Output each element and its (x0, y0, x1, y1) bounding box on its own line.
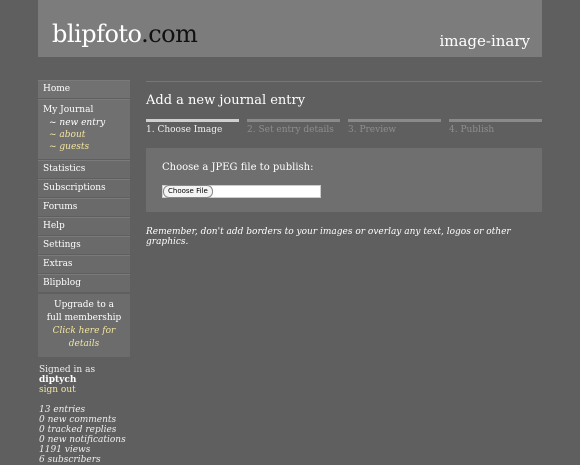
sidebar-item-statistics[interactable]: Statistics (38, 160, 130, 178)
stat-views: 1191 views (39, 445, 91, 455)
stat-tracked-replies: 0 tracked replies (39, 425, 117, 435)
sidebar-item-my-journal[interactable]: My Journal (43, 103, 130, 117)
upgrade-line2: full membership (46, 313, 122, 323)
upload-label: Choose a JPEG file to publish: (162, 162, 314, 173)
sidebar-item-blipblog[interactable]: Blipblog (38, 274, 130, 292)
sidebar-item-extras[interactable]: Extras (38, 255, 130, 273)
upload-panel: Choose a JPEG file to publish: Choose Fi… (146, 148, 542, 212)
sidebar-subitem-guests[interactable]: ~ guests (43, 141, 130, 153)
journal-name[interactable]: image-inary (439, 32, 530, 50)
sidebar-subitem-about[interactable]: ~ about (43, 129, 130, 141)
upgrade-line1: Upgrade to a (54, 300, 114, 310)
sidebar-item-home[interactable]: Home (38, 80, 130, 98)
username[interactable]: diptych (39, 375, 130, 385)
stat-entries: 13 entries (39, 405, 86, 415)
sidebar-my-journal: My Journal ~ new entry ~ about ~ guests (38, 99, 130, 159)
choose-file-button[interactable]: Choose File (163, 185, 213, 198)
step-set-entry-details: 2. Set entry details (247, 119, 340, 136)
stat-new-notifications: 0 new notifications (39, 435, 126, 445)
sidebar-item-subscriptions[interactable]: Subscriptions (38, 179, 130, 197)
logo-main: blipfoto (52, 20, 142, 48)
sidebar-item-help[interactable]: Help (38, 217, 130, 235)
sign-out-link[interactable]: sign out (39, 385, 130, 395)
step-preview: 3. Preview (348, 119, 441, 136)
sidebar-item-forums[interactable]: Forums (38, 198, 130, 216)
upload-reminder: Remember, don't add borders to your imag… (146, 227, 511, 247)
upgrade-panel: Upgrade to a full membership Click here … (38, 294, 130, 357)
signed-in-label: Signed in as (39, 365, 96, 375)
file-input[interactable]: Choose File (162, 185, 321, 198)
sidebar: Home My Journal ~ new entry ~ about ~ gu… (38, 80, 130, 465)
signed-in-block: Signed in as diptych sign out (38, 365, 130, 395)
page-title: Add a new journal entry (146, 93, 306, 108)
logo-tld: com (148, 20, 198, 48)
main-content: Add a new journal entry 1. Choose Image … (146, 81, 542, 247)
step-choose-image: 1. Choose Image (146, 119, 239, 136)
divider (146, 81, 542, 82)
sidebar-item-settings[interactable]: Settings (38, 236, 130, 254)
site-header: blipfoto.com image-inary (38, 0, 542, 57)
sidebar-subitem-new-entry[interactable]: ~ new entry (43, 117, 130, 129)
step-publish: 4. Publish (449, 119, 542, 136)
site-logo[interactable]: blipfoto.com (52, 20, 198, 48)
user-stats: 13 entries 0 new comments 0 tracked repl… (38, 405, 130, 465)
stat-new-comments: 0 new comments (39, 415, 117, 425)
step-progress: 1. Choose Image 2. Set entry details 3. … (146, 119, 542, 136)
upgrade-link[interactable]: Click here for details (40, 325, 128, 351)
